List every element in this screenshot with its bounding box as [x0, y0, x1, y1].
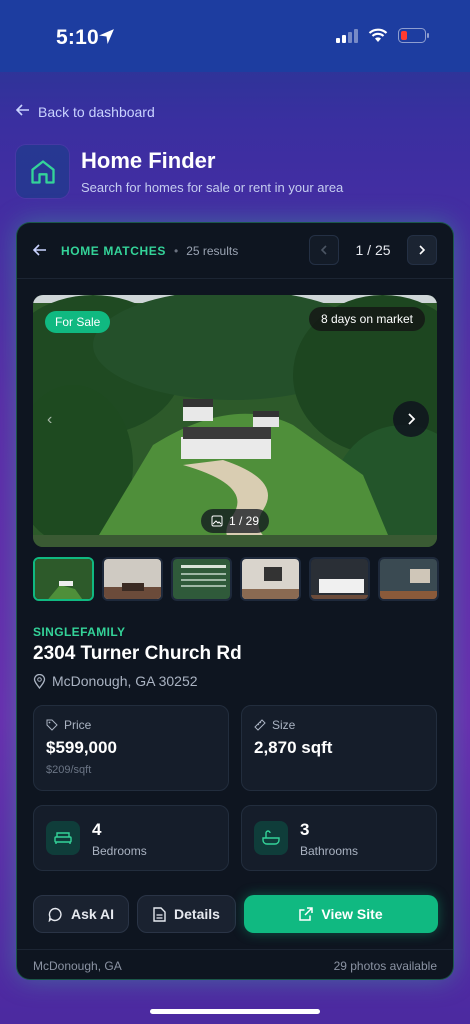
price-label: Price [64, 718, 92, 732]
page-subtitle: Search for homes for sale or rent in you… [81, 180, 344, 195]
chevron-right-icon [419, 245, 426, 255]
page-title: Home Finder [81, 148, 216, 173]
details-label: Details [174, 906, 220, 922]
thumbnail-strip [33, 557, 439, 601]
days-on-market-badge: 8 days on market [308, 307, 425, 331]
arrow-left-icon [15, 103, 30, 120]
page-indicator: 1 / 25 [355, 242, 391, 258]
bathrooms-card: 3 Bathrooms [241, 805, 437, 871]
bedrooms-value: 4 [92, 820, 102, 839]
bed-icon [46, 821, 80, 855]
footer-photos: 29 photos available [333, 958, 437, 973]
property-address: 2304 Turner Church Rd [33, 643, 242, 664]
city-text: McDonough, GA 30252 [52, 673, 198, 689]
price-value: $599,000 [46, 738, 117, 757]
ask-ai-button[interactable]: Ask AI [33, 895, 129, 933]
signal-icon [336, 28, 358, 48]
ruler-icon [254, 719, 266, 731]
location-arrow-icon [98, 28, 115, 50]
view-site-button[interactable]: View Site [244, 895, 438, 933]
previous-match-button[interactable] [309, 235, 339, 265]
image-icon [211, 515, 223, 527]
ask-ai-label: Ask AI [70, 906, 115, 922]
property-type: SINGLEFAMILY [33, 625, 126, 639]
thumbnail[interactable] [309, 557, 370, 601]
size-label-row: Size [254, 718, 295, 732]
price-per-sqft: $209/sqft [46, 764, 92, 776]
card-footer: McDonough, GA 29 photos available [17, 949, 453, 979]
bedrooms-label: Bedrooms [92, 844, 147, 858]
tag-icon [46, 719, 58, 731]
matches-label: HOME MATCHES [61, 243, 166, 258]
view-site-label: View Site [321, 906, 383, 922]
next-match-button[interactable] [407, 235, 437, 265]
size-label: Size [272, 718, 296, 732]
wifi-icon [368, 28, 388, 48]
chevron-left-icon [320, 245, 327, 255]
app-header: Home Finder Search for homes for sale or… [16, 145, 343, 198]
thumbnail[interactable] [378, 557, 439, 601]
chat-bubble-icon [48, 907, 62, 922]
map-pin-icon [33, 673, 46, 689]
back-to-dashboard-link[interactable]: Back to dashboard [15, 103, 155, 120]
bath-icon [254, 821, 288, 855]
results-count: 25 results [186, 243, 239, 258]
photo-index: 1 / 29 [229, 514, 260, 528]
arrow-left-icon[interactable] [33, 243, 49, 259]
listing-card: HOME MATCHES • 25 results 1 / 25 For Sal… [16, 222, 454, 980]
battery-icon [398, 28, 430, 48]
back-label: Back to dashboard [38, 103, 155, 120]
details-button[interactable]: Details [137, 895, 236, 933]
home-indicator[interactable] [150, 1009, 320, 1014]
listing-photo[interactable]: For Sale 8 days on market ‹ 1 / 29 [33, 295, 437, 547]
thumbnail[interactable] [240, 557, 301, 601]
property-location: McDonough, GA 30252 [33, 673, 198, 689]
status-badge: For Sale [45, 311, 111, 333]
document-icon [153, 906, 166, 922]
size-value: 2,870 sqft [254, 738, 333, 757]
status-icons [336, 28, 430, 48]
thumbnail[interactable] [33, 557, 94, 601]
price-card: Price $599,000 $209/sqft [33, 705, 229, 791]
size-card: Size 2,870 sqft [241, 705, 437, 791]
bathrooms-label: Bathrooms [300, 844, 359, 858]
bathrooms-value: 3 [300, 820, 310, 839]
chevron-left-icon[interactable]: ‹ [47, 411, 52, 429]
thumbnail[interactable] [171, 557, 232, 601]
price-label-row: Price [46, 718, 91, 732]
next-photo-button[interactable] [393, 401, 429, 437]
status-bar: 5:10 [0, 0, 470, 72]
external-link-icon [299, 907, 314, 921]
thumbnail[interactable] [102, 557, 163, 601]
card-header: HOME MATCHES • 25 results 1 / 25 [17, 223, 453, 279]
pagination: 1 / 25 [309, 235, 437, 265]
footer-location: McDonough, GA [33, 958, 122, 973]
chevron-right-icon [408, 413, 416, 425]
home-icon [16, 145, 69, 198]
photo-counter: 1 / 29 [201, 509, 270, 533]
status-time: 5:10 [56, 26, 99, 49]
bedrooms-card: 4 Bedrooms [33, 805, 229, 871]
separator-dot: • [173, 243, 179, 258]
